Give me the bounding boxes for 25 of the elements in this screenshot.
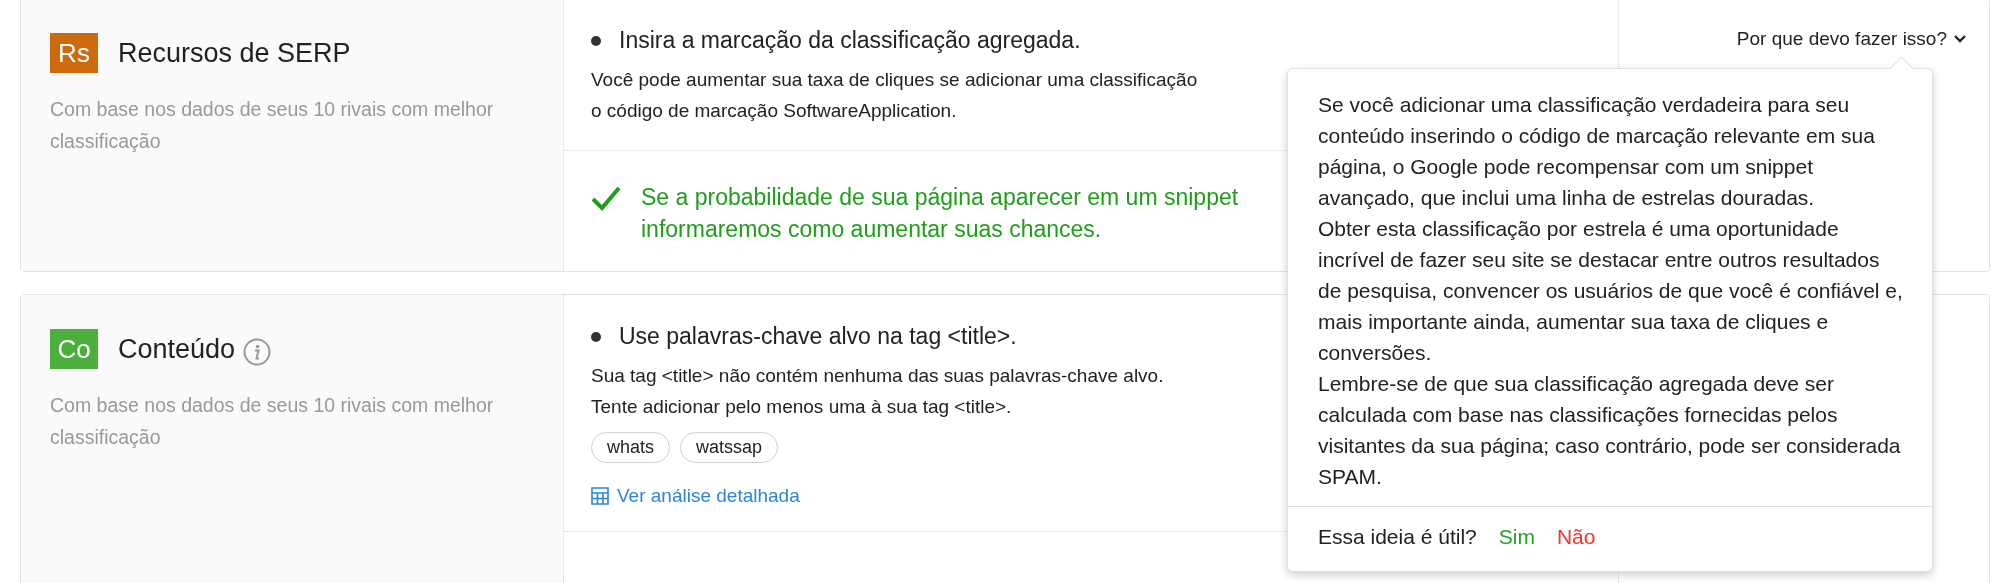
table-icon [591,487,609,505]
recommendation-text: Sua tag <title> não contém nenhuma das suas palavras-chave alvo. Tente adicionar pelo menos uma à sua tag <title>. [591,364,1164,419]
popup-paragraph: Se você adicionar uma classificação verdadeira para seu conteúdo inserindo o código de marcação relevante em sua página, o Google pode recompensar com um snippet avançado, que inclui uma linha de estrelas douradas. [1318,92,1876,211]
section-title: Recursos de SERP [118,37,351,69]
bullet-icon [591,331,601,342]
section-badge: Rs [50,33,98,73]
why-toggle[interactable]: Por que devo fazer isso? [1736,25,1967,53]
info-icon[interactable] [243,338,272,366]
recommendation-heading: Use palavras-chave alvo na tag <title>. [619,323,1017,350]
recommendation-heading: Insira a marcação da classificação agregada. [619,27,1081,54]
check-icon [591,185,621,211]
yes-link[interactable]: Sim [1498,525,1535,549]
bullet-icon [591,35,601,46]
keyword-tag: watssap [680,432,779,463]
recommendation-text: Você pode aumentar sua taxa de cliques se adicionar uma classificação o código de marcação SoftwareApplication. [591,68,1198,123]
section-subtitle: Com base nos dados de seus 10 rivais com melhor classificação [50,393,495,450]
keyword-tag: whats [591,432,671,463]
section-badge: Co [50,329,98,369]
section-title: Conteúdo [118,333,236,365]
popup-paragraph: Obter esta classificação por estrela é uma oportunidade incrível de fazer seu site se destacar entre outros resultados de pesquisa, convencer os usuários de que você é confiável e, mais importante ainda, aumentar sua taxa de cliques e conversões. [1318,216,1904,366]
success-message: Se a probabilidade de sua página aparecer em um snippet informaremos como aumentar suas chances. [641,183,1239,244]
no-link[interactable]: Não [1556,525,1596,549]
section-subtitle: Com base nos dados de seus 10 rivais com melhor classificação [50,97,495,154]
chevron-down-icon [1953,34,1967,44]
feedback-question: Essa ideia é útil? [1318,525,1477,549]
